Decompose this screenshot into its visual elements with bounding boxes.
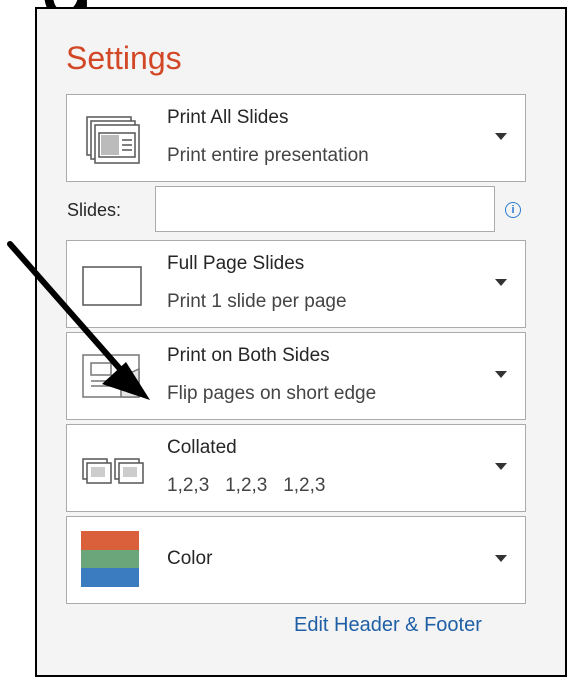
full-page-slide-icon [82, 266, 142, 306]
chevron-down-icon [495, 133, 507, 140]
print-both-sides-icon [82, 354, 140, 398]
slides-input[interactable] [155, 186, 495, 232]
duplex-dropdown[interactable]: Print on Both Sides Flip pages on short … [66, 332, 526, 420]
color-swatch-icon [81, 531, 139, 587]
collation-title: Collated [167, 437, 237, 458]
collated-icon [82, 458, 144, 484]
chevron-down-icon [495, 555, 507, 562]
layout-subtitle: Print 1 slide per page [167, 291, 347, 312]
chevron-down-icon [495, 279, 507, 286]
color-dropdown[interactable]: Color [66, 516, 526, 604]
print-range-dropdown[interactable]: Print All Slides Print entire presentati… [66, 94, 526, 182]
layout-title: Full Page Slides [167, 253, 305, 274]
collation-dropdown[interactable]: Collated 1,2,3 1,2,3 1,2,3 [66, 424, 526, 512]
info-icon[interactable]: i [505, 202, 521, 218]
settings-title: Settings [66, 40, 182, 76]
collation-subtitle: 1,2,3 1,2,3 1,2,3 [167, 475, 326, 496]
chevron-down-icon [495, 463, 507, 470]
layout-dropdown[interactable]: Full Page Slides Print 1 slide per page [66, 240, 526, 328]
print-range-title: Print All Slides [167, 107, 289, 128]
duplex-title: Print on Both Sides [167, 345, 330, 366]
print-all-slides-icon [86, 116, 140, 164]
slides-label: Slides: [67, 200, 122, 220]
edit-header-footer-link[interactable]: Edit Header & Footer [294, 614, 482, 637]
print-range-subtitle: Print entire presentation [167, 145, 369, 166]
color-title: Color [167, 548, 213, 569]
chevron-down-icon [495, 371, 507, 378]
duplex-subtitle: Flip pages on short edge [167, 383, 377, 404]
